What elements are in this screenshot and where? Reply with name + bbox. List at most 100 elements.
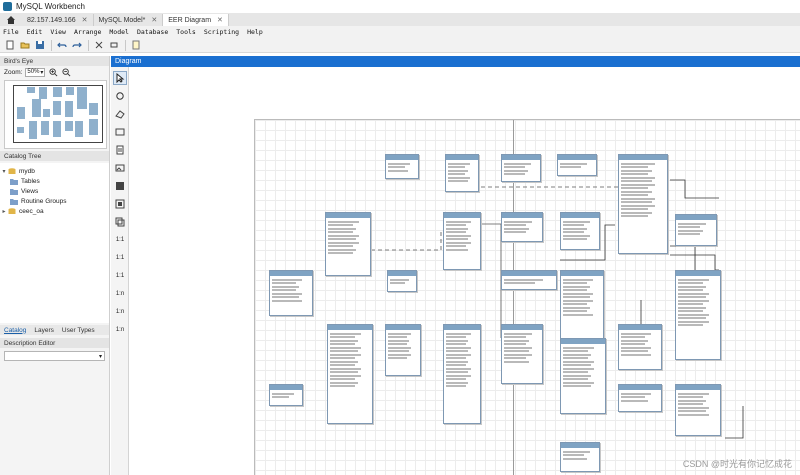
entity-table[interactable] bbox=[445, 154, 479, 192]
menu-arrange[interactable]: Arrange bbox=[74, 28, 101, 36]
description-object-select[interactable]: ▾ bbox=[4, 351, 105, 361]
relationship-1-n-tool[interactable]: 1:n bbox=[113, 305, 127, 319]
align-button[interactable] bbox=[108, 40, 119, 51]
table-tool[interactable] bbox=[113, 179, 127, 193]
select-tool[interactable] bbox=[113, 71, 127, 85]
relationship-1-n-tool[interactable]: 1:n bbox=[113, 323, 127, 337]
entity-table[interactable] bbox=[675, 270, 721, 360]
close-icon[interactable]: ✕ bbox=[217, 16, 223, 24]
entity-table[interactable] bbox=[327, 324, 373, 424]
eraser-tool[interactable] bbox=[113, 107, 127, 121]
relationship-1-1-tool[interactable]: 1:1 bbox=[113, 251, 127, 265]
open-model-button[interactable] bbox=[19, 40, 30, 51]
entity-table[interactable] bbox=[501, 324, 543, 384]
relationship-1-1-tool[interactable]: 1:1 bbox=[113, 269, 127, 283]
routine-group-tool[interactable] bbox=[113, 215, 127, 229]
tab-layers[interactable]: Layers bbox=[30, 327, 58, 334]
tab-user-types[interactable]: User Types bbox=[58, 327, 99, 334]
close-icon[interactable]: ✕ bbox=[151, 16, 157, 24]
tab-eer-diagram[interactable]: EER Diagram ✕ bbox=[163, 14, 229, 26]
tree-item-views[interactable]: Views bbox=[0, 186, 109, 196]
note-tool[interactable] bbox=[113, 143, 127, 157]
entity-table[interactable] bbox=[385, 324, 421, 376]
redo-icon bbox=[71, 42, 82, 48]
relationship-label: 1:n bbox=[115, 309, 125, 315]
zoom-value: 50% bbox=[27, 69, 40, 75]
entity-table[interactable] bbox=[269, 270, 313, 316]
entity-table[interactable] bbox=[560, 442, 600, 472]
viewport-frame[interactable] bbox=[13, 85, 103, 143]
entity-table[interactable] bbox=[618, 384, 662, 412]
diagram-canvas[interactable]: CSDN @时光有你记忆成花 bbox=[130, 67, 800, 475]
hand-tool[interactable] bbox=[113, 89, 127, 103]
view-tool[interactable] bbox=[113, 197, 127, 211]
entity-table[interactable] bbox=[501, 270, 557, 290]
redo-button[interactable] bbox=[71, 40, 82, 51]
entity-table[interactable] bbox=[269, 384, 303, 406]
entity-table[interactable] bbox=[557, 154, 597, 176]
entity-table[interactable] bbox=[675, 214, 717, 246]
tab-label: 82.157.149.166 bbox=[27, 16, 76, 24]
routine-icon bbox=[115, 217, 125, 227]
zoom-out-button[interactable] bbox=[61, 67, 71, 77]
entity-table[interactable] bbox=[675, 384, 721, 436]
new-model-button[interactable] bbox=[4, 40, 15, 51]
menu-database[interactable]: Database bbox=[137, 28, 168, 36]
entity-table[interactable] bbox=[385, 154, 419, 179]
entity-table[interactable] bbox=[560, 270, 604, 340]
birds-eye-overview[interactable] bbox=[4, 80, 107, 149]
layer-tool[interactable] bbox=[113, 125, 127, 139]
entity-table[interactable] bbox=[387, 270, 417, 292]
toggle-grid-button[interactable] bbox=[93, 40, 104, 51]
tab-model[interactable]: MySQL Model* ✕ bbox=[94, 14, 164, 26]
tree-item-tables[interactable]: Tables bbox=[0, 176, 109, 186]
expand-toggle-icon[interactable]: ▸ bbox=[0, 208, 8, 215]
menu-model[interactable]: Model bbox=[109, 28, 129, 36]
entity-table[interactable] bbox=[560, 338, 606, 414]
close-icon[interactable]: ✕ bbox=[82, 16, 88, 24]
tree-item-routine-groups[interactable]: Routine Groups bbox=[0, 196, 109, 206]
align-icon bbox=[110, 42, 117, 48]
entity-table[interactable] bbox=[560, 212, 600, 250]
tree-item-label: ceec_oa bbox=[19, 207, 44, 215]
entity-table[interactable] bbox=[501, 212, 543, 242]
tree-item-schema[interactable]: ▸ ceec_oa bbox=[0, 206, 109, 216]
save-model-button[interactable] bbox=[34, 40, 45, 51]
toolbar-divider bbox=[88, 39, 89, 51]
tree-item-label: Tables bbox=[21, 177, 40, 185]
home-icon bbox=[7, 15, 15, 24]
zoom-select[interactable]: 50% ▾ bbox=[25, 67, 46, 77]
menu-help[interactable]: Help bbox=[247, 28, 263, 36]
entity-table[interactable] bbox=[443, 212, 481, 270]
tab-catalog[interactable]: Catalog bbox=[0, 327, 30, 334]
toolbar-divider bbox=[125, 39, 126, 51]
relationship-label: 1:1 bbox=[115, 255, 125, 261]
tab-connection[interactable]: 82.157.149.166 ✕ bbox=[22, 14, 94, 26]
image-tool[interactable] bbox=[113, 161, 127, 175]
expand-toggle-icon[interactable]: ▾ bbox=[0, 168, 8, 175]
undo-button[interactable] bbox=[56, 40, 67, 51]
catalog-tree: ▾ mydb Tables Views Routine Groups ▸ cee… bbox=[0, 163, 109, 323]
window-title: MySQL Workbench bbox=[16, 2, 85, 11]
menu-file[interactable]: File bbox=[3, 28, 19, 36]
home-tab[interactable] bbox=[0, 13, 22, 26]
menu-scripting[interactable]: Scripting bbox=[204, 28, 239, 36]
entity-table[interactable] bbox=[501, 154, 541, 182]
menu-edit[interactable]: Edit bbox=[27, 28, 43, 36]
zoom-in-button[interactable] bbox=[48, 67, 58, 77]
database-icon bbox=[8, 167, 16, 174]
database-icon bbox=[8, 207, 16, 214]
tree-item-schema[interactable]: ▾ mydb bbox=[0, 166, 109, 176]
eraser-icon bbox=[115, 110, 125, 119]
menu-tools[interactable]: Tools bbox=[176, 28, 196, 36]
menu-view[interactable]: View bbox=[50, 28, 66, 36]
undo-icon bbox=[56, 42, 67, 48]
notes-button[interactable] bbox=[130, 40, 141, 51]
entity-table[interactable] bbox=[618, 324, 662, 370]
relationship-label: 1:1 bbox=[115, 273, 125, 279]
entity-table[interactable] bbox=[618, 154, 668, 254]
entity-table[interactable] bbox=[325, 212, 371, 276]
entity-table[interactable] bbox=[443, 324, 481, 424]
relationship-1-n-tool[interactable]: 1:n bbox=[113, 287, 127, 301]
relationship-1-1-tool[interactable]: 1:1 bbox=[113, 233, 127, 247]
